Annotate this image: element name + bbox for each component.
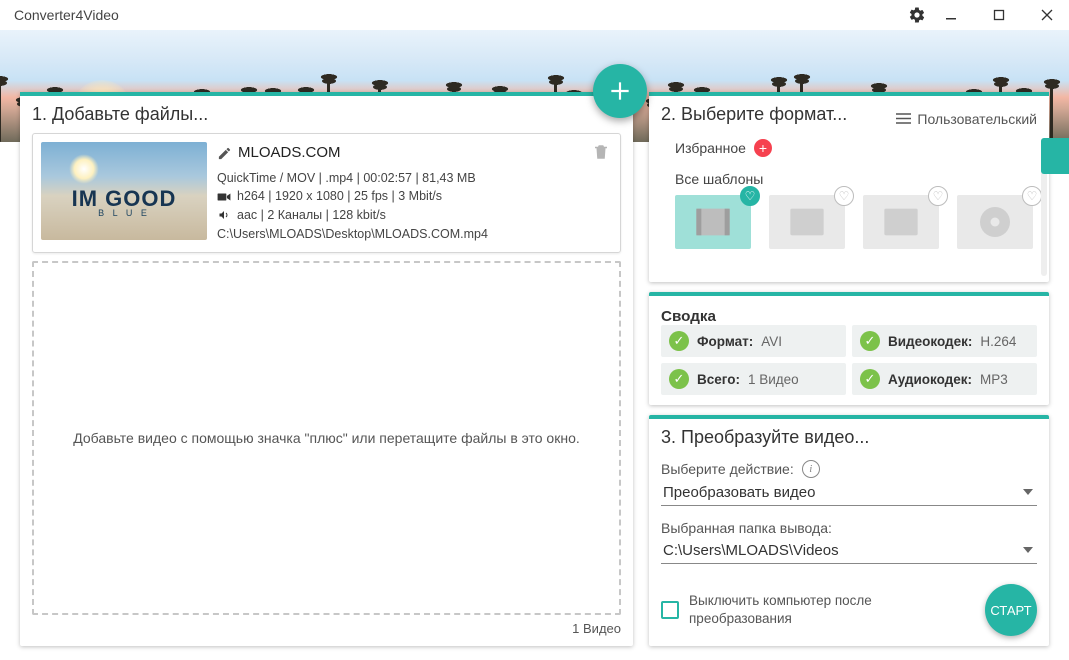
camera-icon <box>217 191 231 203</box>
settings-button[interactable] <box>903 1 931 29</box>
disc-icon <box>977 204 1013 240</box>
info-icon[interactable]: i <box>802 460 820 478</box>
step3-title: 3. Преобразуйте видео... <box>661 427 1037 448</box>
shutdown-label: Выключить компьютер после преобразования <box>689 592 919 627</box>
template-item-video-3[interactable]: ♡ <box>863 195 939 249</box>
drop-zone[interactable]: Добавьте видео с помощью значка "плюс" и… <box>32 261 621 616</box>
close-icon <box>1041 9 1053 21</box>
summary-audiocodec: ✓ Аудиокодек: MP3 <box>852 363 1037 395</box>
shutdown-checkbox[interactable] <box>661 601 679 619</box>
heart-icon[interactable]: ♡ <box>928 186 948 206</box>
delete-file-button[interactable] <box>592 142 612 165</box>
panel-choose-format: 2. Выберите формат... Пользовательский И… <box>649 92 1049 282</box>
output-folder-select[interactable]: C:\Users\MLOADS\Videos <box>661 538 1037 564</box>
check-icon: ✓ <box>669 331 689 351</box>
minimize-icon <box>945 9 957 21</box>
film-icon <box>693 205 733 239</box>
plus-icon <box>607 78 633 104</box>
action-select[interactable]: Преобразовать видео <box>661 480 1037 506</box>
check-icon: ✓ <box>860 369 880 389</box>
summary-format: ✓ Формат: AVI <box>661 325 846 357</box>
add-favorite-button[interactable]: + <box>754 139 772 157</box>
check-icon: ✓ <box>860 331 880 351</box>
maximize-button[interactable] <box>985 1 1013 29</box>
format-scrollbar[interactable] <box>1041 138 1047 276</box>
close-button[interactable] <box>1033 1 1061 29</box>
output-label: Выбранная папка вывода: <box>661 520 832 536</box>
check-icon: ✓ <box>669 369 689 389</box>
drop-hint: Добавьте видео с помощью значка "плюс" и… <box>73 430 580 446</box>
sliders-icon <box>896 112 911 125</box>
template-item-disc[interactable]: ♡ <box>957 195 1033 249</box>
maximize-icon <box>993 9 1005 21</box>
summary-videocodec: ✓ Видеокодек: H.264 <box>852 325 1037 357</box>
template-item-video[interactable]: ♡ <box>675 195 751 249</box>
file-thumbnail: IM GOOD B L U E <box>41 142 207 240</box>
file-audio-line: aac | 2 Каналы | 128 kbit/s <box>237 206 386 225</box>
start-button[interactable]: СТАРТ <box>985 584 1037 636</box>
file-item[interactable]: IM GOOD B L U E MLOADS.COM QuickTime / M… <box>32 133 621 253</box>
file-format-line: QuickTime / MOV | .mp4 | 00:02:57 | 81,4… <box>217 169 582 188</box>
titlebar: Converter4Video <box>0 0 1069 30</box>
panel-convert: 3. Преобразуйте видео... Выберите действ… <box>649 415 1049 646</box>
summary-title: Сводка <box>661 308 1037 325</box>
edit-icon[interactable] <box>217 146 232 161</box>
heart-icon[interactable]: ♡ <box>834 186 854 206</box>
app-title: Converter4Video <box>14 7 119 23</box>
template-item-video-2[interactable]: ♡ <box>769 195 845 249</box>
all-templates-label: Все шаблоны <box>675 171 1037 187</box>
custom-format-button[interactable]: Пользовательский <box>896 111 1037 127</box>
file-name: MLOADS.COM <box>238 142 341 165</box>
heart-icon[interactable]: ♡ <box>1022 186 1042 206</box>
speaker-icon <box>217 209 231 221</box>
panel-summary: Сводка ✓ Формат: AVI ✓ Видеокодек: H.264… <box>649 292 1049 405</box>
add-file-button[interactable] <box>593 64 647 118</box>
heart-icon[interactable]: ♡ <box>740 186 760 206</box>
step2-title: 2. Выберите формат... <box>661 104 847 125</box>
summary-total: ✓ Всего: 1 Видео <box>661 363 846 395</box>
gear-icon <box>908 6 926 24</box>
file-metadata: MLOADS.COM QuickTime / MOV | .mp4 | 00:0… <box>217 142 582 244</box>
template-row: ♡ ♡ ♡ ♡ <box>675 195 1037 249</box>
minimize-button[interactable] <box>937 1 965 29</box>
panel-add-files: 1. Добавьте файлы... IM GOOD B L U E MLO… <box>20 92 633 646</box>
film-icon <box>787 205 827 239</box>
trash-icon <box>592 142 610 162</box>
step1-title: 1. Добавьте файлы... <box>32 104 621 125</box>
file-path: C:\Users\MLOADS\Desktop\MLOADS.COM.mp4 <box>217 225 582 244</box>
action-label: Выберите действие: <box>661 461 794 477</box>
main-content: 1. Добавьте файлы... IM GOOD B L U E MLO… <box>20 92 1049 646</box>
film-icon <box>881 205 921 239</box>
file-video-line: h264 | 1920 x 1080 | 25 fps | 3 Mbit/s <box>237 187 442 206</box>
favorites-label: Избранное <box>675 140 746 156</box>
file-count: 1 Видео <box>32 615 621 636</box>
